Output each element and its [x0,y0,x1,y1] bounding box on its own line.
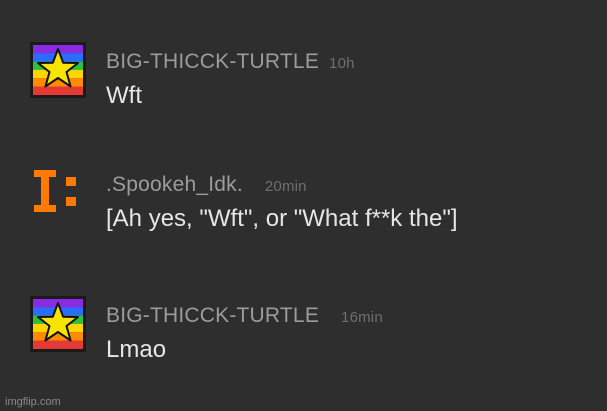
orange-glyph-icon [30,165,86,221]
comment-timestamp: 10h [329,55,355,72]
watermark: imgflip.com [5,396,61,408]
comment-timestamp: 16min [341,309,383,326]
avatar[interactable] [30,296,86,352]
rainbow-star-icon [30,42,86,98]
username-text[interactable]: BIG-THICCK-TURTLE [106,50,319,73]
avatar[interactable] [30,42,86,98]
username-text[interactable]: .Spookeh_Idk. [106,173,243,196]
comment-item: BIG-THICCK-TURTLE 10h Wft [30,42,597,122]
username-text[interactable]: BIG-THICCK-TURTLE [106,304,319,327]
avatar[interactable] [30,165,86,221]
comment-username[interactable]: BIG-THICCK-TURTLE 16min [106,304,383,328]
comment-username[interactable]: .Spookeh_Idk. 20min [106,173,307,197]
comment-username[interactable]: BIG-THICCK-TURTLE 10h [106,50,355,74]
comment-message: Wft [106,82,142,109]
comment-message: [Ah yes, "Wft", or "What f**k the"] [106,205,458,232]
comment-item: .Spookeh_Idk. 20min [Ah yes, "Wft", or "W… [30,165,597,245]
comment-item: BIG-THICCK-TURTLE 16min Lmao [30,296,597,376]
rainbow-star-icon [30,296,86,352]
comment-message: Lmao [106,336,167,363]
comment-timestamp: 20min [264,178,307,195]
